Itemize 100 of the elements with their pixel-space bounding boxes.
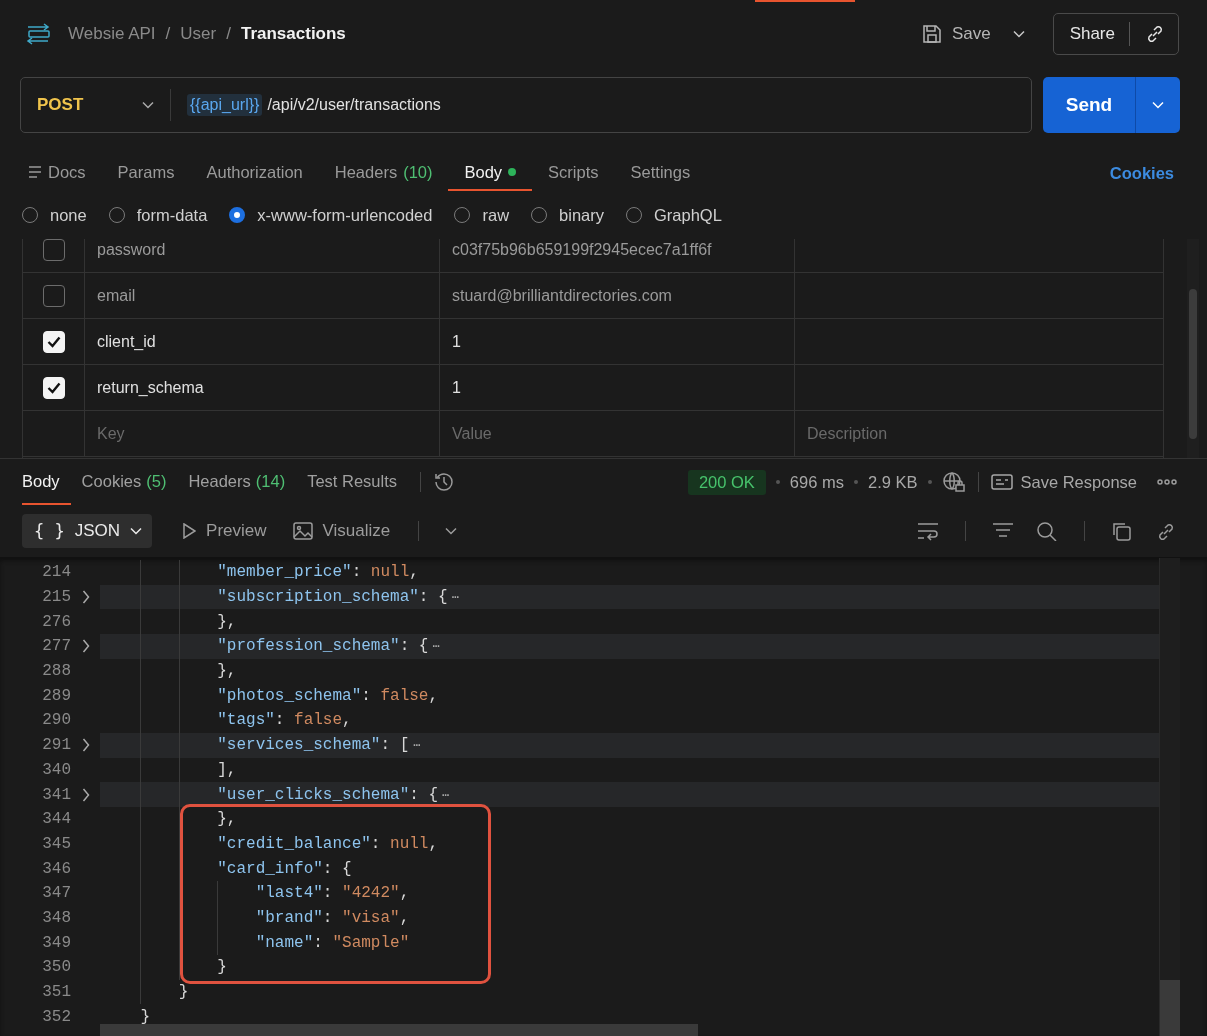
body-type-option[interactable]: GraphQL <box>626 205 722 225</box>
chevron-down-icon <box>1152 101 1164 109</box>
status-badge: 200 OK <box>687 469 766 495</box>
save-icon <box>921 24 942 44</box>
image-icon <box>292 522 313 540</box>
line-number: 288 <box>41 662 71 681</box>
url-path: /api/v2/user/transactions <box>267 96 441 114</box>
share-button[interactable]: Share <box>1052 13 1179 55</box>
method-dropdown[interactable]: POST <box>21 89 171 121</box>
code-line: "profession_schema": { ⋯ <box>216 637 440 656</box>
code-line: }, <box>216 810 237 829</box>
value-cell[interactable]: stuard@brilliantdirectories.com <box>440 273 795 318</box>
chevron-right-icon[interactable] <box>81 590 90 605</box>
more-icon <box>1157 479 1177 485</box>
body-type-option[interactable]: raw <box>454 205 510 225</box>
line-number: 344 <box>41 810 71 829</box>
code-line: "name": "Sample" <box>254 933 410 952</box>
chevron-right-icon[interactable] <box>81 787 90 802</box>
value-cell[interactable]: c03f75b96b659199f2945ecec7a1ff6f <box>440 239 795 272</box>
request-tab[interactable]: Headers (10) <box>318 155 449 191</box>
line-number: 352 <box>41 1007 71 1026</box>
radio-button[interactable] <box>229 207 246 223</box>
preview-button[interactable]: Preview <box>172 514 277 548</box>
line-number: 277 <box>41 637 71 656</box>
body-type-option[interactable]: none <box>22 205 87 225</box>
save-button[interactable]: Save <box>913 24 999 44</box>
line-number: 346 <box>41 859 71 878</box>
url-field[interactable]: POST {{api_url}} /api/v2/user/transactions <box>20 77 1032 133</box>
copy-icon <box>1111 521 1133 541</box>
line-number: 350 <box>41 958 71 977</box>
body-type-option[interactable]: x-www-form-urlencoded <box>229 205 433 225</box>
line-number: 276 <box>41 612 71 631</box>
response-tab[interactable]: Test Results <box>296 459 408 505</box>
line-number: 340 <box>41 760 71 779</box>
code-line: }, <box>216 612 237 631</box>
example-icon <box>990 474 1013 490</box>
checkmark-icon <box>46 335 61 348</box>
docs-icon <box>28 166 42 178</box>
request-tab[interactable]: Scripts <box>532 155 615 191</box>
response-tab[interactable]: Cookies (5) <box>70 459 178 505</box>
line-number: 214 <box>41 563 71 582</box>
checkbox[interactable] <box>42 239 65 261</box>
code-line: "user_clicks_schema": { ⋯ <box>216 785 450 804</box>
breadcrumb-separator: / <box>226 24 231 44</box>
chevron-right-icon[interactable] <box>81 639 90 654</box>
chevron-down-icon <box>130 527 143 535</box>
code-line: } <box>216 958 227 977</box>
body-type-option[interactable]: binary <box>531 205 604 225</box>
response-tab[interactable]: Body <box>22 459 71 505</box>
request-icon <box>26 23 52 45</box>
breadcrumb-link[interactable]: Websie API <box>68 24 156 44</box>
key-cell[interactable]: client_id <box>85 319 440 364</box>
breadcrumb-separator: / <box>165 24 171 44</box>
request-tab[interactable]: Docs <box>20 155 102 191</box>
send-button[interactable]: Send <box>1043 77 1135 133</box>
code-line: } <box>177 983 189 1002</box>
request-tab[interactable]: Body <box>448 155 533 191</box>
scrollbar-thumb[interactable] <box>1160 980 1180 1036</box>
code-line: "member_price": null, <box>216 563 419 582</box>
line-number: 341 <box>41 785 71 804</box>
key-cell[interactable]: return_schema <box>85 365 440 410</box>
history-icon[interactable] <box>433 471 455 493</box>
line-number: 351 <box>41 983 71 1002</box>
visualize-button[interactable]: Visualize <box>282 514 401 548</box>
search-icon <box>1036 521 1058 541</box>
key-cell[interactable]: password <box>85 239 440 272</box>
cookies-link[interactable]: Cookies <box>1103 155 1180 191</box>
chevron-down-icon <box>445 527 458 535</box>
value-cell[interactable]: 1 <box>440 365 795 410</box>
checkbox[interactable] <box>42 284 65 307</box>
response-size: 2.9 KB <box>867 472 918 492</box>
breadcrumb-link[interactable]: User <box>180 24 217 44</box>
line-number: 215 <box>41 588 71 607</box>
request-tab[interactable]: Settings <box>614 155 707 191</box>
url-variable: {{api_url}} <box>187 94 263 116</box>
request-tab[interactable]: Authorization <box>190 155 319 191</box>
body-type-option[interactable]: form-data <box>108 205 208 225</box>
code-line: "subscription_schema": { ⋯ <box>216 588 459 607</box>
value-cell[interactable]: 1 <box>440 319 795 364</box>
scrollbar-thumb[interactable] <box>1189 289 1197 439</box>
scrollbar-thumb[interactable] <box>100 1024 698 1036</box>
line-number: 348 <box>41 908 71 927</box>
code-line: "card_info": { <box>216 859 352 878</box>
request-tab[interactable]: Params <box>101 155 191 191</box>
save-response-button[interactable]: Save Response <box>990 472 1137 492</box>
code-line: "brand": "visa", <box>254 908 410 927</box>
code-line: }, <box>216 662 237 681</box>
chevron-down-icon <box>142 101 154 109</box>
line-number: 347 <box>41 884 71 903</box>
wrap-icon <box>917 521 939 541</box>
code-line: "tags": false, <box>216 711 352 730</box>
globe-lock-icon[interactable] <box>941 471 966 493</box>
checkmark-icon <box>46 381 61 394</box>
response-tab[interactable]: Headers (14) <box>177 459 297 505</box>
format-dropdown[interactable]: { } JSON <box>22 514 153 548</box>
chevron-right-icon[interactable] <box>81 738 90 753</box>
code-line: "credit_balance": null, <box>216 834 439 853</box>
key-cell[interactable]: email <box>85 273 440 318</box>
line-number: 289 <box>41 686 71 705</box>
line-number: 290 <box>41 711 71 730</box>
